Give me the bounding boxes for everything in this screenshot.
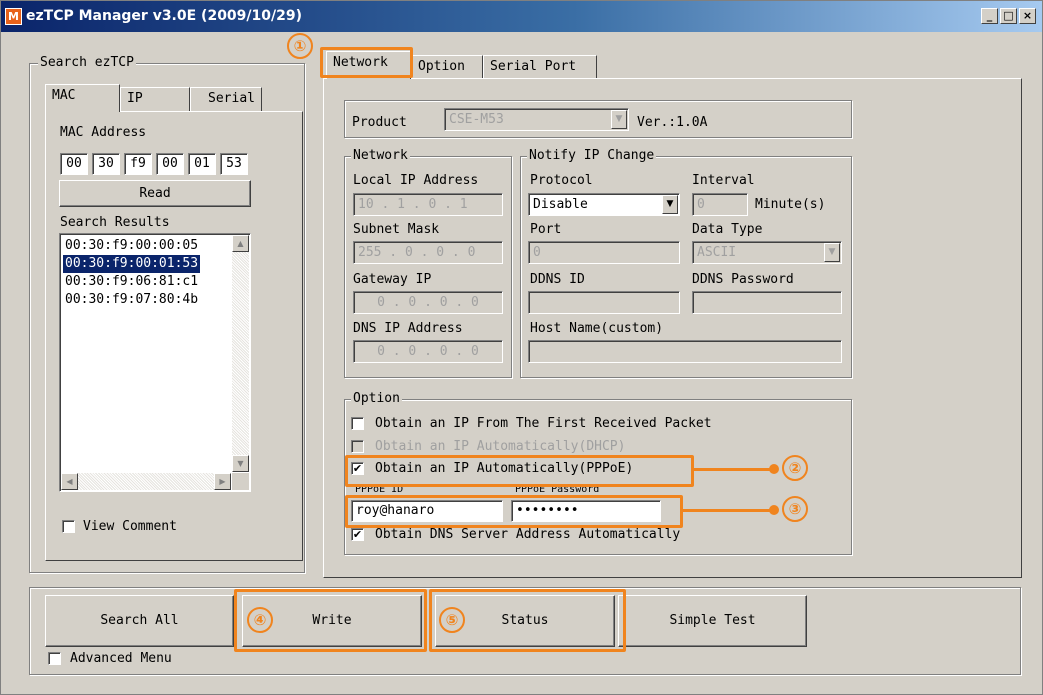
dns-ip-field[interactable]: 0 . 0 . 0 . 0: [353, 340, 503, 363]
interval-field[interactable]: 0: [692, 193, 748, 216]
simple-test-button[interactable]: Simple Test: [618, 595, 807, 647]
port-label: Port: [530, 222, 562, 237]
protocol-select[interactable]: Disable ▼: [528, 193, 680, 216]
advanced-menu-label: Advanced Menu: [70, 651, 172, 666]
first-packet-label: Obtain an IP From The First Received Pac…: [375, 416, 712, 431]
gateway-ip-label: Gateway IP: [353, 272, 432, 287]
maximize-button[interactable]: □: [1000, 8, 1017, 24]
callout-badge-5: ⑤: [439, 607, 465, 633]
port-field[interactable]: 0: [528, 241, 680, 264]
host-name-field[interactable]: [528, 340, 842, 363]
mac-octet-5[interactable]: 01: [188, 153, 216, 175]
scroll-down-icon[interactable]: ▼: [232, 455, 249, 472]
ddns-password-field[interactable]: [692, 291, 842, 314]
product-label: Product: [352, 115, 407, 130]
pppoe-id-field[interactable]: roy@hanaro: [351, 500, 503, 522]
ddns-id-label: DDNS ID: [530, 272, 585, 287]
callout-badge-2: ②: [782, 455, 808, 481]
tab-option[interactable]: Option: [411, 55, 483, 79]
list-item[interactable]: 00:30:f9:00:00:05: [63, 237, 200, 255]
callout-dot-3: [769, 505, 779, 515]
pppoe-id-label: PPPoE ID: [355, 486, 404, 495]
pppoe-password-label: PPPoE Password: [515, 486, 600, 495]
scroll-left-icon[interactable]: ◀: [61, 473, 78, 490]
advanced-menu-checkbox[interactable]: [48, 652, 61, 665]
interval-label: Interval: [692, 173, 755, 188]
read-button[interactable]: Read: [59, 180, 251, 207]
dhcp-label: Obtain an IP Automatically(DHCP): [375, 439, 626, 454]
tab-serial[interactable]: Serial: [190, 87, 262, 111]
dns-ip-label: DNS IP Address: [353, 321, 463, 336]
search-results-label: Search Results: [60, 215, 170, 230]
data-type-label: Data Type: [692, 222, 763, 237]
local-ip-field[interactable]: 10 . 1 . 0 . 1: [353, 193, 503, 216]
callout-dot-2: [769, 464, 779, 474]
first-packet-checkbox[interactable]: [351, 417, 364, 430]
mac-octet-1[interactable]: 00: [60, 153, 88, 175]
host-name-label: Host Name(custom): [530, 321, 664, 336]
pppoe-checkbox[interactable]: ✔: [351, 462, 364, 475]
interval-unit-label: Minute(s): [755, 197, 826, 212]
list-item-selected[interactable]: 00:30:f9:00:01:53: [61, 254, 202, 274]
close-button[interactable]: ×: [1019, 8, 1036, 24]
option-group-title: Option: [351, 391, 402, 406]
mac-octet-4[interactable]: 00: [156, 153, 184, 175]
ezTCP-manager-window: M ezTCP Manager v3.0E (2009/10/29) _ □ ×…: [0, 0, 1043, 695]
dns-auto-checkbox[interactable]: ✔: [351, 528, 364, 541]
scrollbar-corner: [232, 473, 249, 490]
chevron-down-icon[interactable]: ▼: [824, 243, 840, 262]
list-item[interactable]: 00:30:f9:06:81:c1: [63, 273, 200, 291]
callout-line-3: [683, 509, 775, 512]
product-select[interactable]: CSE-M53 ▼: [444, 108, 629, 131]
title-bar[interactable]: M ezTCP Manager v3.0E (2009/10/29) _ □ ×: [1, 1, 1042, 32]
app-icon: M: [5, 8, 22, 25]
view-comment-checkbox[interactable]: [62, 520, 75, 533]
pppoe-label: Obtain an IP Automatically(PPPoE): [375, 461, 634, 476]
tab-ip[interactable]: IP: [120, 87, 190, 111]
search-all-button[interactable]: Search All: [45, 595, 234, 647]
dhcp-checkbox[interactable]: [351, 440, 364, 453]
scroll-right-icon[interactable]: ▶: [214, 473, 231, 490]
notify-group-title: Notify IP Change: [527, 148, 657, 163]
local-ip-label: Local IP Address: [353, 173, 479, 188]
dns-auto-label: Obtain DNS Server Address Automatically: [375, 527, 681, 542]
view-comment-label: View Comment: [83, 519, 177, 534]
subnet-mask-field[interactable]: 255 . 0 . 0 . 0: [353, 241, 503, 264]
callout-badge-1: ①: [287, 33, 313, 59]
protocol-label: Protocol: [530, 173, 593, 188]
mac-address-label: MAC Address: [60, 125, 147, 140]
mac-octet-2[interactable]: 30: [92, 153, 120, 175]
horizontal-scrollbar[interactable]: ◀ ▶: [61, 473, 231, 490]
window-controls: _ □ ×: [981, 8, 1036, 24]
version-label: Ver.:1.0A: [637, 115, 708, 130]
network-group-title: Network: [351, 148, 410, 163]
search-group-title: Search ezTCP: [38, 55, 136, 70]
callout-badge-4: ④: [247, 607, 273, 633]
tab-network[interactable]: Network: [326, 51, 411, 79]
mac-octet-6[interactable]: 53: [220, 153, 248, 175]
pppoe-password-field[interactable]: ••••••••: [511, 500, 661, 522]
data-type-select[interactable]: ASCII ▼: [692, 241, 842, 264]
callout-badge-3: ③: [782, 496, 808, 522]
vertical-scrollbar[interactable]: ▲ ▼: [232, 235, 249, 472]
callout-line-2: [694, 468, 774, 471]
list-item[interactable]: 00:30:f9:07:80:4b: [63, 291, 200, 309]
chevron-down-icon[interactable]: ▼: [611, 110, 627, 129]
chevron-down-icon[interactable]: ▼: [662, 195, 678, 214]
tab-mac[interactable]: MAC: [45, 84, 120, 112]
ddns-id-field[interactable]: [528, 291, 680, 314]
gateway-ip-field[interactable]: 0 . 0 . 0 . 0: [353, 291, 503, 314]
mac-octet-3[interactable]: f9: [124, 153, 152, 175]
scroll-up-icon[interactable]: ▲: [232, 235, 249, 252]
ddns-password-label: DDNS Password: [692, 272, 794, 287]
minimize-button[interactable]: _: [981, 8, 998, 24]
tab-serial-port[interactable]: Serial Port: [483, 55, 597, 79]
window-title: ezTCP Manager v3.0E (2009/10/29): [26, 8, 303, 24]
search-results-list[interactable]: 00:30:f9:00:00:05 00:30:f9:00:01:53 00:3…: [59, 233, 251, 492]
subnet-mask-label: Subnet Mask: [353, 222, 440, 237]
